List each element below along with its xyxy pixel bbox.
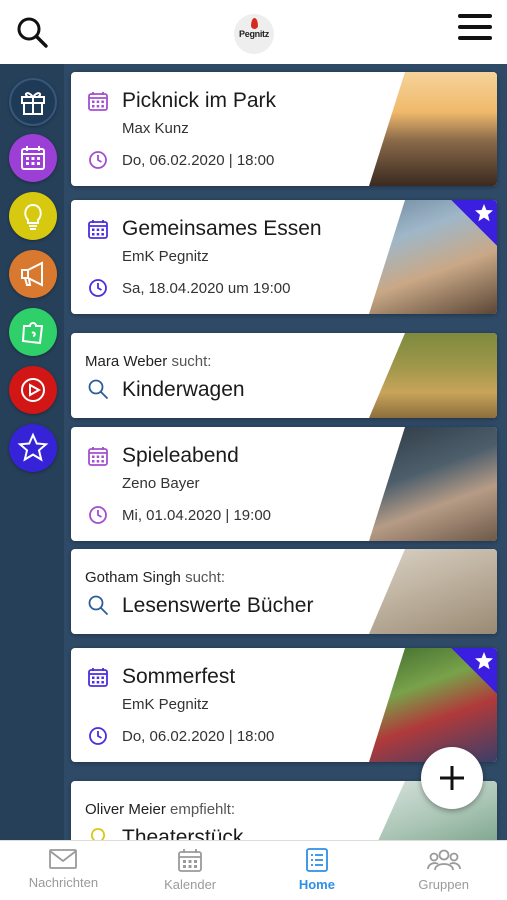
calendar-icon xyxy=(88,447,108,466)
tab-label: Kalender xyxy=(164,877,217,892)
event-card[interactable]: Picknick im Park Max Kunz Do, 06.02.2020… xyxy=(71,72,497,186)
star-icon xyxy=(475,204,493,222)
event-date: Do, 06.02.2020 | 18:00 xyxy=(122,728,275,745)
category-gift[interactable] xyxy=(9,78,57,126)
search-card[interactable]: Mara Weber sucht: Kinderwagen xyxy=(71,333,497,418)
search-card[interactable]: Gotham Singh sucht: Lesenswerte Bücher xyxy=(71,549,497,634)
tab-label: Nachrichten xyxy=(28,875,99,890)
category-favorites[interactable] xyxy=(9,424,57,472)
add-button[interactable] xyxy=(421,747,483,809)
tab-label: Gruppen xyxy=(418,877,469,892)
calendar-icon xyxy=(88,92,108,111)
clock-icon xyxy=(89,506,107,524)
event-card[interactable]: Spieleabend Zeno Bayer Mi, 01.04.2020 | … xyxy=(71,427,497,541)
megaphone-icon xyxy=(21,261,43,287)
bottom-navigation: Nachrichten Kalender Home Gruppen xyxy=(0,840,507,900)
list-icon xyxy=(305,848,328,872)
top-bar: Pegnitz xyxy=(0,0,507,64)
event-title: Spieleabend xyxy=(122,444,239,467)
category-announcements[interactable] xyxy=(9,250,57,298)
event-title: Picknick im Park xyxy=(122,89,277,112)
event-organizer: Max Kunz xyxy=(122,120,189,137)
puzzle-icon xyxy=(21,322,44,345)
calendar-icon xyxy=(88,220,108,239)
plus-icon xyxy=(440,766,464,790)
tab-home[interactable]: Home xyxy=(254,841,381,900)
search-image xyxy=(369,549,497,634)
featured-badge xyxy=(451,648,497,694)
search-title: Kinderwagen xyxy=(122,378,245,401)
search-icon[interactable] xyxy=(14,14,50,50)
hamburger-menu-icon[interactable] xyxy=(458,14,492,44)
category-puzzle[interactable] xyxy=(9,308,57,356)
search-author: Mara Weber sucht: xyxy=(85,353,211,370)
tab-nachrichten[interactable]: Nachrichten xyxy=(0,841,127,900)
author-name: Oliver Meier xyxy=(85,801,166,818)
group-icon xyxy=(426,849,461,871)
clock-icon xyxy=(89,151,107,169)
category-media[interactable] xyxy=(9,366,57,414)
gift-icon xyxy=(21,92,45,115)
tab-label: Home xyxy=(298,877,335,892)
tab-kalender[interactable]: Kalender xyxy=(127,841,254,900)
event-organizer: EmK Pegnitz xyxy=(122,248,209,265)
search-author: Gotham Singh sucht: xyxy=(85,569,225,586)
calendar-icon xyxy=(21,146,45,170)
clock-icon xyxy=(89,279,107,297)
search-title: Lesenswerte Bücher xyxy=(122,594,314,617)
recommend-author: Oliver Meier empfiehlt: xyxy=(85,801,235,818)
event-card[interactable]: Sommerfest EmK Pegnitz Do, 06.02.2020 | … xyxy=(71,648,497,762)
event-card[interactable]: Gemeinsames Essen EmK Pegnitz Sa, 18.04.… xyxy=(71,200,497,314)
event-title: Gemeinsames Essen xyxy=(122,217,322,240)
author-name: Mara Weber xyxy=(85,353,168,370)
event-organizer: EmK Pegnitz xyxy=(122,696,209,713)
mail-icon xyxy=(49,849,78,869)
app-logo: Pegnitz xyxy=(234,14,274,54)
event-date: Mi, 01.04.2020 | 19:00 xyxy=(122,507,272,524)
tab-gruppen[interactable]: Gruppen xyxy=(380,841,507,900)
search-verb: sucht: xyxy=(171,353,212,370)
calendar-icon xyxy=(178,849,203,872)
calendar-icon xyxy=(88,668,108,687)
play-icon xyxy=(21,378,45,402)
logo-text: Pegnitz xyxy=(239,29,269,39)
event-date: Sa, 18.04.2020 um 19:00 xyxy=(122,280,291,297)
recommend-verb: empfiehlt: xyxy=(170,801,236,818)
event-image xyxy=(369,72,497,186)
lightbulb-icon xyxy=(24,203,42,230)
category-ideas[interactable] xyxy=(9,192,57,240)
category-rail xyxy=(0,64,64,840)
event-image xyxy=(369,427,497,541)
search-icon xyxy=(88,595,108,615)
event-title: Sommerfest xyxy=(122,665,236,688)
author-name: Gotham Singh xyxy=(85,569,181,586)
clock-icon xyxy=(89,727,107,745)
search-verb: sucht: xyxy=(185,569,226,586)
category-calendar[interactable] xyxy=(9,134,57,182)
search-icon xyxy=(88,379,108,399)
star-icon xyxy=(475,652,493,670)
event-organizer: Zeno Bayer xyxy=(122,475,200,492)
star-icon xyxy=(17,432,49,462)
featured-badge xyxy=(451,200,497,246)
event-date: Do, 06.02.2020 | 18:00 xyxy=(122,152,275,169)
flame-icon xyxy=(251,18,258,29)
search-image xyxy=(369,333,497,418)
